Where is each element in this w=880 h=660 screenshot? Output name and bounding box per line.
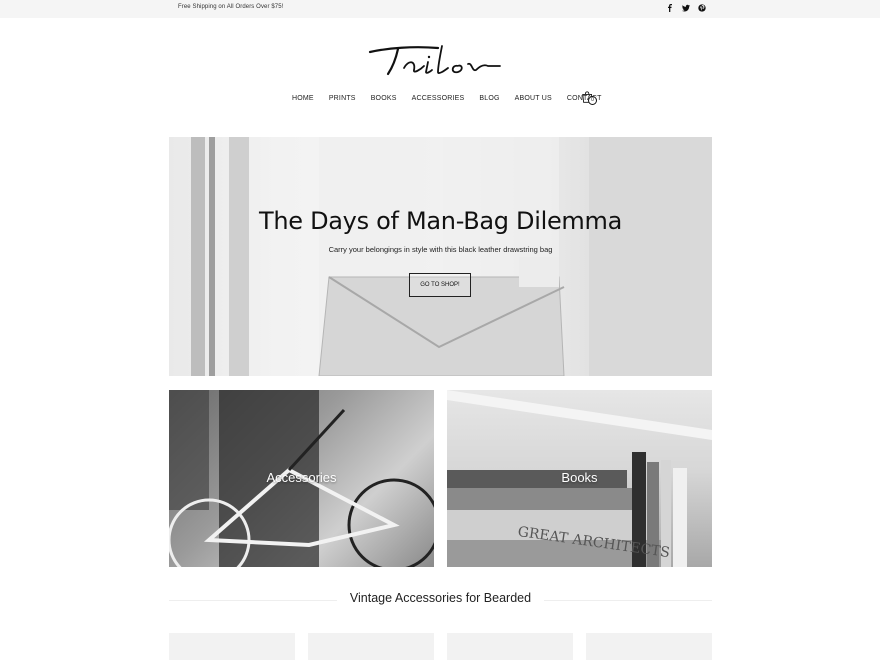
category-label-books: Books xyxy=(561,470,598,485)
nav-item-home[interactable]: HOME xyxy=(292,95,314,102)
facebook-icon[interactable] xyxy=(666,3,674,13)
section-heading: Vintage Accessories for Bearded xyxy=(169,590,712,610)
go-to-shop-button[interactable]: GO TO SHOP! xyxy=(409,273,471,297)
nav-item-about-us[interactable]: ABOUT US xyxy=(515,95,552,102)
nav-item-prints[interactable]: PRINTS xyxy=(329,95,356,102)
hero-title: The Days of Man-Bag Dilemma xyxy=(259,207,622,235)
tailor-logo-script xyxy=(368,45,501,76)
nav-item-blog[interactable]: BLOG xyxy=(479,95,499,102)
cart-count-badge: 0 xyxy=(588,96,597,105)
hero-banner: The Days of Man-Bag Dilemma Carry your b… xyxy=(169,137,712,376)
product-card[interactable] xyxy=(169,633,295,660)
hero-subtitle: Carry your belongings in style with this… xyxy=(328,245,553,254)
category-tile-accessories[interactable]: Accessories xyxy=(169,390,434,567)
main-navigation: HOME PRINTS BOOKS ACCESSORIES BLOG ABOUT… xyxy=(292,95,617,102)
product-card[interactable] xyxy=(586,633,712,660)
section-title: Vintage Accessories for Bearded xyxy=(349,591,532,605)
category-tile-books[interactable]: GREAT ARCHITECTS Books xyxy=(447,390,712,567)
shipping-promo-text: Free Shipping on All Orders Over $75! xyxy=(178,4,284,10)
top-bar: Free Shipping on All Orders Over $75! xyxy=(0,0,880,18)
nav-item-books[interactable]: BOOKS xyxy=(371,95,397,102)
product-card[interactable] xyxy=(308,633,434,660)
twitter-icon[interactable] xyxy=(682,3,690,13)
nav-item-accessories[interactable]: ACCESSORIES xyxy=(412,95,465,102)
product-card[interactable] xyxy=(447,633,573,660)
cart-button[interactable]: 0 xyxy=(581,90,597,106)
pinterest-icon[interactable] xyxy=(698,3,706,13)
hero-background-photo xyxy=(191,137,712,376)
site-logo[interactable] xyxy=(368,42,514,80)
category-label-accessories: Accessories xyxy=(266,470,337,485)
social-links xyxy=(666,3,706,13)
